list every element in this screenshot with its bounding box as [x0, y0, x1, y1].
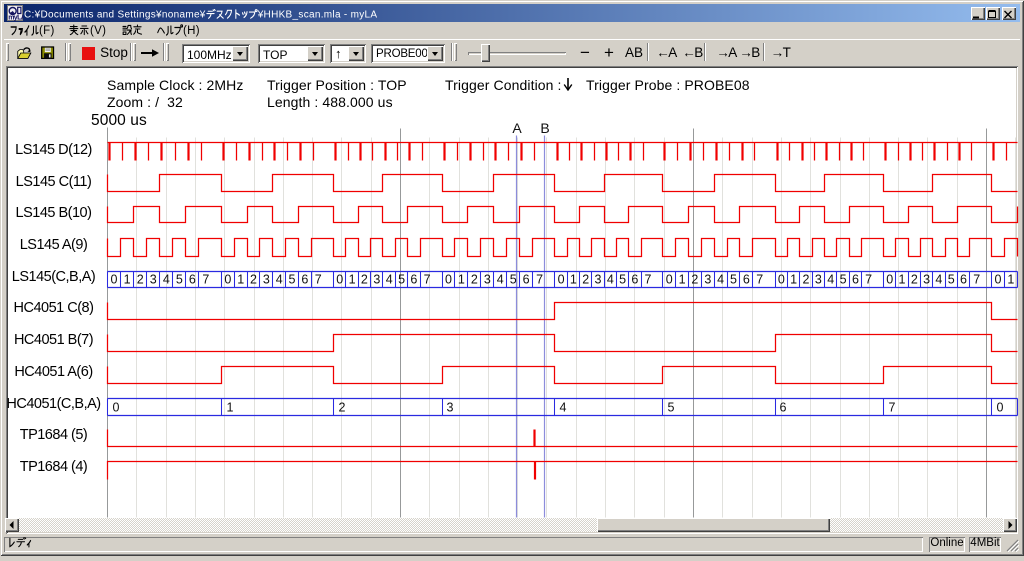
svg-text:myLA: myLA	[8, 15, 23, 22]
